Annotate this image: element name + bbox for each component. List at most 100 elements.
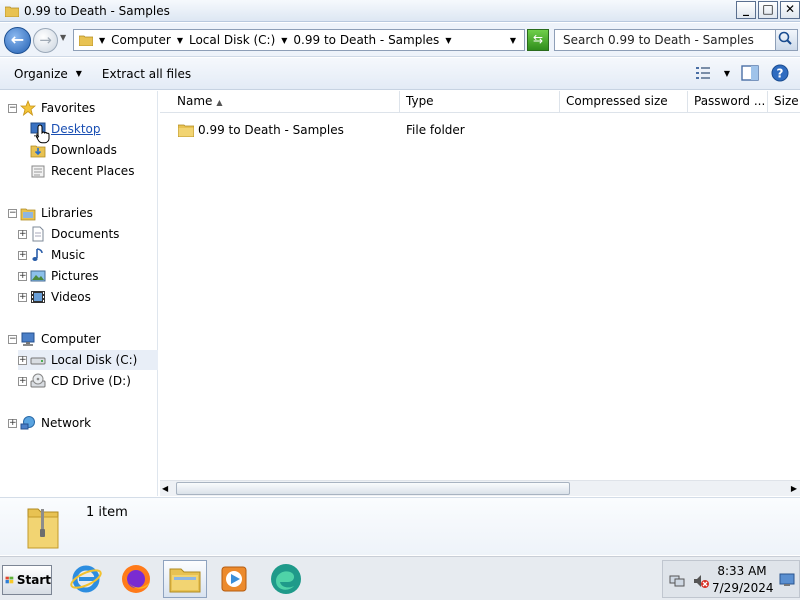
- nav-label: Music: [51, 248, 86, 262]
- nav-item-documents[interactable]: + Documents: [18, 224, 158, 244]
- organize-button[interactable]: Organize ▼: [8, 67, 88, 81]
- windows-logo-icon: [5, 576, 14, 584]
- minimize-button[interactable]: _: [736, 1, 756, 19]
- videos-icon: [31, 291, 45, 303]
- collapse-icon[interactable]: −: [8, 103, 17, 113]
- search-button[interactable]: [775, 30, 797, 50]
- address-dropdown-icon[interactable]: ▼: [510, 36, 516, 45]
- show-desktop-icon[interactable]: [779, 573, 795, 587]
- nav-label: Local Disk (C:): [51, 353, 138, 367]
- address-bar[interactable]: ▼ Computer ▼ Local Disk (C:) ▼ 0.99 to Deat…: [73, 29, 525, 51]
- file-explorer-icon: [169, 568, 201, 593]
- chevron-right-icon: ▼: [176, 35, 183, 45]
- forward-button[interactable]: →: [33, 28, 58, 53]
- nav-favorites[interactable]: − Favorites: [8, 98, 158, 118]
- search-input[interactable]: Search 0.99 to Death - Samples: [554, 29, 798, 51]
- downloads-folder-icon: [30, 145, 46, 158]
- refresh-button[interactable]: ⇆: [527, 29, 549, 51]
- network-status-icon[interactable]: [669, 573, 685, 589]
- column-header-password[interactable]: Password ...: [688, 91, 768, 113]
- collapse-icon[interactable]: −: [8, 334, 17, 344]
- horizontal-scrollbar[interactable]: ◀ ▶: [160, 480, 800, 496]
- nav-item-recent-places[interactable]: Recent Places: [30, 161, 158, 181]
- search-icon: [778, 31, 792, 45]
- folder-icon: [5, 6, 19, 17]
- music-icon: [32, 248, 43, 261]
- recent-pages-dropdown[interactable]: ▼: [60, 33, 66, 42]
- column-header-size[interactable]: Size: [768, 91, 800, 113]
- edge-icon: [271, 564, 301, 594]
- nav-item-music[interactable]: + Music: [18, 245, 158, 265]
- expand-icon[interactable]: +: [8, 418, 17, 428]
- collapse-icon[interactable]: −: [8, 208, 17, 218]
- expand-icon[interactable]: +: [18, 355, 27, 365]
- svg-text:?: ?: [777, 67, 784, 81]
- maximize-button[interactable]: □: [758, 1, 778, 19]
- command-bar: Organize ▼ Extract all files ▼ ?: [0, 58, 800, 90]
- expand-icon[interactable]: +: [18, 271, 27, 281]
- file-list-pane: Name ▲ Type Compressed size Password ... …: [160, 91, 800, 496]
- nav-network[interactable]: + Network: [8, 413, 158, 433]
- nav-label: CD Drive (D:): [51, 374, 131, 388]
- close-button[interactable]: ✕: [780, 1, 800, 19]
- breadcrumb[interactable]: ▼ 0.99 to Death - Samples: [281, 33, 439, 47]
- chevron-right-icon: ▼: [99, 35, 106, 45]
- nav-label: Documents: [51, 227, 120, 241]
- taskbar-media-player[interactable]: [212, 560, 256, 598]
- breadcrumb[interactable]: ▼ Local Disk (C:): [177, 33, 275, 47]
- internet-explorer-icon: [70, 565, 102, 593]
- extract-all-button[interactable]: Extract all files: [96, 67, 197, 81]
- view-dropdown-icon[interactable]: ▼: [724, 69, 730, 78]
- help-icon[interactable]: ?: [770, 63, 790, 83]
- nav-item-videos[interactable]: + Videos: [18, 287, 158, 307]
- column-header-compressed-size[interactable]: Compressed size: [560, 91, 688, 113]
- file-name-cell: 0.99 to Death - Samples: [160, 123, 399, 137]
- folder-icon: [178, 124, 194, 137]
- start-button[interactable]: Start: [2, 565, 52, 595]
- expand-icon[interactable]: +: [18, 292, 27, 302]
- nav-label: Pictures: [51, 269, 99, 283]
- expand-icon[interactable]: +: [18, 376, 27, 386]
- taskbar-firefox[interactable]: [114, 560, 158, 598]
- navigation-pane: − Favorites Desktop Downloads Recent Pla…: [0, 91, 158, 496]
- volume-muted-icon[interactable]: [693, 573, 709, 589]
- clock-date: 7/29/2024: [712, 581, 774, 595]
- computer-icon: [21, 332, 35, 346]
- nav-label: Recent Places: [51, 164, 135, 178]
- expand-icon[interactable]: +: [18, 250, 27, 260]
- nav-libraries[interactable]: − Libraries: [8, 203, 158, 223]
- file-type-cell: File folder: [406, 123, 465, 137]
- back-button[interactable]: ←: [4, 27, 31, 54]
- clock-time: 8:33 AM: [717, 564, 767, 578]
- preview-pane-icon[interactable]: [740, 63, 760, 83]
- libraries-icon: [20, 208, 36, 221]
- nav-item-local-disk[interactable]: + Local Disk (C:): [18, 350, 158, 370]
- window-controls: _ □ ✕: [736, 1, 800, 19]
- taskbar-edge[interactable]: [264, 560, 308, 598]
- address-row: ← → ▼ ▼ Computer ▼ Local Disk (C:) ▼ 0.99 t…: [0, 23, 800, 57]
- chevron-down-icon: ▼: [445, 35, 452, 45]
- pictures-icon: [30, 270, 46, 282]
- taskbar-file-explorer[interactable]: [163, 560, 207, 598]
- nav-computer[interactable]: − Computer: [8, 329, 158, 349]
- hard-drive-icon: [30, 357, 46, 365]
- column-header-type[interactable]: Type: [400, 91, 560, 113]
- item-count: 1 item: [86, 505, 128, 520]
- table-row[interactable]: 0.99 to Death - Samples File folder: [160, 119, 465, 141]
- view-options-icon[interactable]: [694, 63, 714, 83]
- scroll-left-icon[interactable]: ◀: [162, 484, 168, 493]
- breadcrumb[interactable]: ▼ Computer: [99, 33, 171, 47]
- column-header-name[interactable]: Name ▲: [160, 91, 400, 113]
- taskbar-clock[interactable]: 8:33 AM 7/29/2024: [712, 563, 774, 597]
- expand-icon[interactable]: +: [18, 229, 27, 239]
- taskbar-internet-explorer[interactable]: [64, 560, 108, 598]
- nav-item-cd-drive[interactable]: + CD Drive (D:): [18, 371, 158, 391]
- scroll-right-icon[interactable]: ▶: [791, 484, 797, 493]
- breadcrumb-dropdown[interactable]: ▼: [445, 36, 457, 45]
- nav-label: Videos: [51, 290, 91, 304]
- nav-item-pictures[interactable]: + Pictures: [18, 266, 158, 286]
- taskbar: Start 8:33 AM 7/29/2024: [0, 556, 800, 600]
- scrollbar-thumb[interactable]: [176, 482, 570, 495]
- firefox-icon: [122, 565, 150, 593]
- documents-icon: [32, 226, 44, 242]
